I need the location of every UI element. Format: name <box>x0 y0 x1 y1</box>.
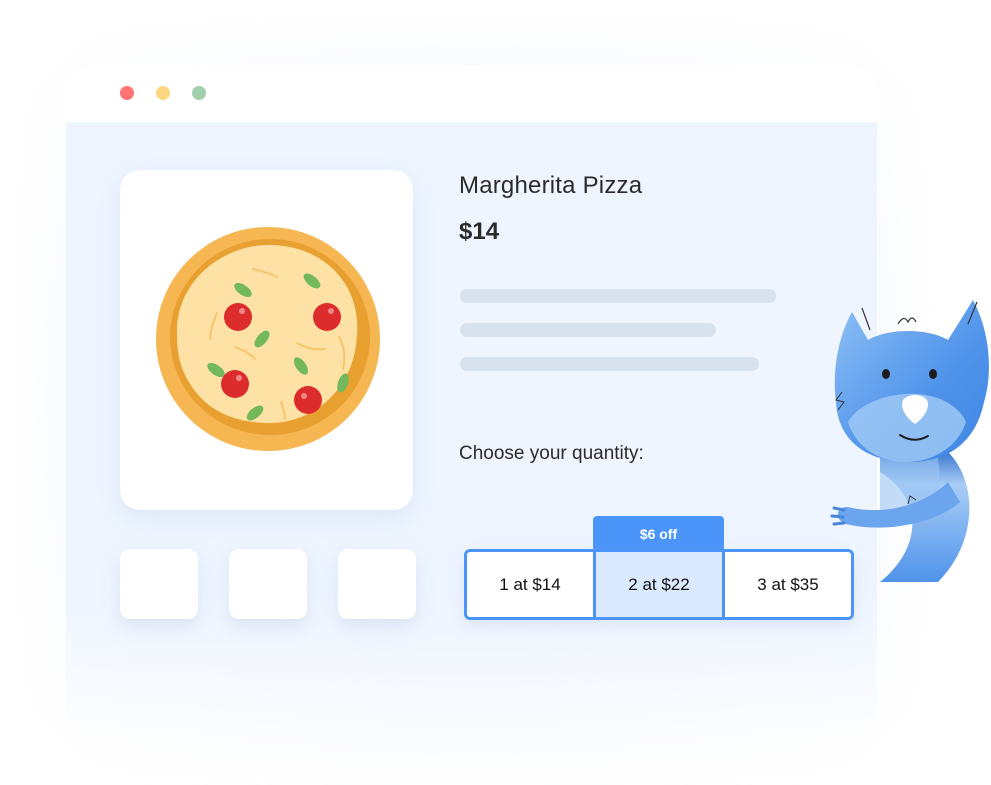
product-title: Margherita Pizza <box>459 172 643 199</box>
description-placeholder-line <box>460 289 776 303</box>
quantity-selector: 1 at $14 2 at $22 3 at $35 <box>464 549 854 620</box>
pizza-icon <box>156 227 380 451</box>
quantity-option-1[interactable]: 1 at $14 <box>467 552 593 617</box>
description-placeholder-line <box>460 357 759 371</box>
cat-mascot-icon <box>830 300 989 582</box>
product-price: $14 <box>459 218 500 245</box>
quantity-option-2[interactable]: 2 at $22 <box>593 552 725 617</box>
quantity-label: Choose your quantity: <box>459 443 644 464</box>
minimize-window-button[interactable] <box>156 86 170 100</box>
window-titlebar <box>66 66 877 122</box>
thumbnail-3[interactable] <box>338 549 416 619</box>
thumbnail-2[interactable] <box>229 549 307 619</box>
product-image-card <box>120 170 413 510</box>
thumbnail-1[interactable] <box>120 549 198 619</box>
description-placeholder-line <box>460 323 716 337</box>
maximize-window-button[interactable] <box>192 86 206 100</box>
close-window-button[interactable] <box>120 86 134 100</box>
